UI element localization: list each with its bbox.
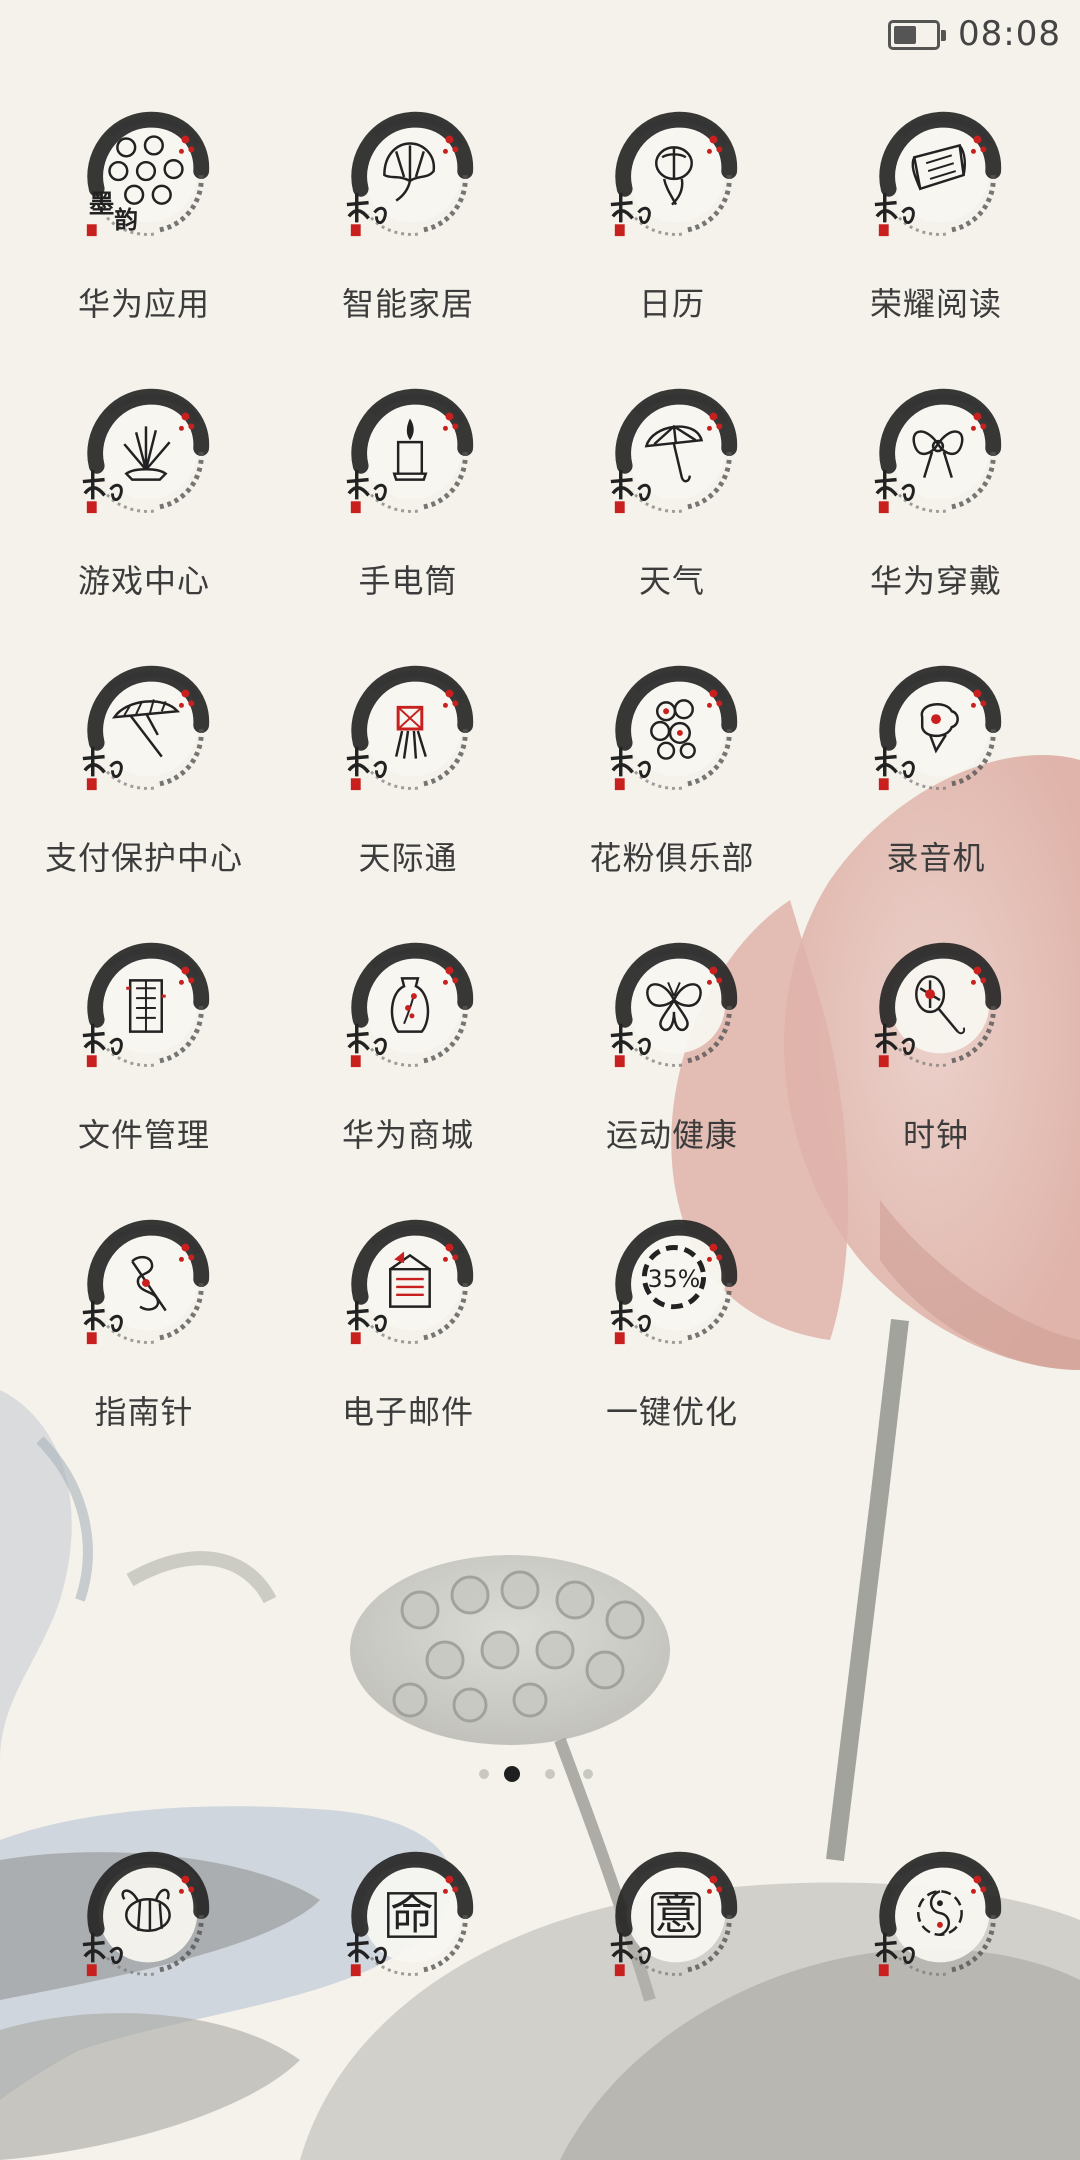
app-label: 录音机 bbox=[886, 839, 986, 877]
app-label: 时钟 bbox=[902, 1116, 969, 1154]
battery-fill bbox=[894, 26, 916, 44]
app-row: 指南针 电子邮件 35% 一键优化 bbox=[0, 1208, 1080, 1485]
moyun-theme-icon: 墨韵 bbox=[86, 111, 210, 237]
app-label: 电子邮件 bbox=[341, 1393, 474, 1431]
app-label: 支付保护中心 bbox=[44, 839, 243, 877]
app-label: 花粉俱乐部 bbox=[589, 839, 755, 877]
svg-text:韵: 韵 bbox=[114, 206, 138, 234]
status-bar: 08:08 bbox=[0, 0, 1080, 70]
app-row: 支付保护中心 天际通 花粉俱乐部 录音机 bbox=[0, 654, 1080, 931]
status-time: 08:08 bbox=[958, 14, 1061, 54]
app-label: 天气 bbox=[638, 562, 705, 600]
dock-phone[interactable] bbox=[12, 1840, 276, 2100]
app-file-manager[interactable]: 文件管理 bbox=[12, 931, 276, 1191]
app-grid: 墨韵华为应用 智能家居 日历 荣耀阅读 游戏中心 手电筒 天气 华为穿戴 支付保… bbox=[0, 100, 1080, 1485]
app-label: 运动健康 bbox=[605, 1116, 738, 1154]
app-label: 天际通 bbox=[358, 839, 458, 877]
recorder-icon bbox=[874, 665, 1002, 791]
app-compass[interactable]: 指南针 bbox=[12, 1208, 276, 1468]
page-dot[interactable] bbox=[479, 1769, 489, 1779]
app-row: 文件管理 华为商城 运动健康 时钟 bbox=[0, 931, 1080, 1208]
skyline-knot-icon bbox=[346, 665, 474, 791]
clock-fan-icon bbox=[874, 942, 1002, 1068]
file-manager-icon bbox=[82, 942, 210, 1068]
fan-club-flower-icon bbox=[610, 665, 738, 791]
app-game-center[interactable]: 游戏中心 bbox=[12, 377, 276, 637]
app-skytone[interactable]: 天际通 bbox=[276, 654, 540, 914]
contacts-ming-icon: 命 bbox=[346, 1851, 474, 1977]
app-fan-club[interactable]: 花粉俱乐部 bbox=[540, 654, 804, 914]
app-clock[interactable]: 时钟 bbox=[804, 931, 1068, 1191]
page-indicator bbox=[0, 1764, 1080, 1784]
page-dot[interactable] bbox=[545, 1769, 555, 1779]
battery-icon bbox=[888, 20, 946, 50]
app-honor-reading[interactable]: 荣耀阅读 bbox=[804, 100, 1068, 360]
svg-text:意: 意 bbox=[654, 1890, 697, 1940]
app-payment-protection[interactable]: 支付保护中心 bbox=[12, 654, 276, 914]
dock-contacts[interactable]: 命 bbox=[276, 1840, 540, 2100]
app-smart-home[interactable]: 智能家居 bbox=[276, 100, 540, 360]
dock: 命 意 bbox=[0, 1840, 1080, 2000]
app-row: 游戏中心 手电筒 天气 华为穿戴 bbox=[0, 377, 1080, 654]
store-vase-icon bbox=[346, 942, 474, 1068]
app-weather[interactable]: 天气 bbox=[540, 377, 804, 637]
app-label: 华为应用 bbox=[77, 285, 210, 323]
app-label: 日历 bbox=[638, 285, 705, 323]
app-health[interactable]: 运动健康 bbox=[540, 931, 804, 1191]
app-row: 墨韵华为应用 智能家居 日历 荣耀阅读 bbox=[0, 100, 1080, 377]
flashlight-candle-icon bbox=[346, 388, 474, 514]
app-label: 指南针 bbox=[94, 1393, 194, 1431]
wearable-bow-icon bbox=[874, 388, 1002, 514]
dock-messages[interactable]: 意 bbox=[540, 1840, 804, 2100]
app-label: 一键优化 bbox=[605, 1393, 738, 1431]
weather-umbrella-icon bbox=[610, 388, 738, 514]
smart-home-icon bbox=[346, 111, 474, 237]
health-butterfly-icon bbox=[610, 942, 738, 1068]
page-dot[interactable] bbox=[583, 1769, 593, 1779]
dock-camera[interactable] bbox=[804, 1840, 1068, 2100]
app-huawei-appgallery[interactable]: 墨韵华为应用 bbox=[12, 100, 276, 360]
app-label: 手电筒 bbox=[358, 562, 458, 600]
app-calendar[interactable]: 日历 bbox=[540, 100, 804, 360]
app-huawei-wear[interactable]: 华为穿戴 bbox=[804, 377, 1068, 637]
payment-protection-icon bbox=[82, 665, 210, 791]
app-flashlight[interactable]: 手电筒 bbox=[276, 377, 540, 637]
camera-yinyang-icon bbox=[874, 1851, 1002, 1977]
reading-scroll-icon bbox=[874, 111, 1002, 237]
app-email[interactable]: 电子邮件 bbox=[276, 1208, 540, 1468]
svg-text:命: 命 bbox=[390, 1890, 433, 1940]
compass-icon bbox=[82, 1219, 210, 1345]
svg-text:墨: 墨 bbox=[89, 189, 115, 219]
app-one-tap-optimize[interactable]: 35% 一键优化 bbox=[540, 1208, 804, 1468]
messages-yi-icon: 意 bbox=[610, 1851, 738, 1977]
app-label: 智能家居 bbox=[341, 285, 474, 323]
page-dot-active[interactable] bbox=[504, 1766, 520, 1782]
app-label: 文件管理 bbox=[77, 1116, 210, 1154]
phone-bee-icon bbox=[82, 1851, 210, 1977]
svg-text:35%: 35% bbox=[648, 1265, 701, 1293]
game-center-icon bbox=[82, 388, 210, 514]
app-label: 华为穿戴 bbox=[869, 562, 1002, 600]
app-recorder[interactable]: 录音机 bbox=[804, 654, 1068, 914]
calendar-icon bbox=[610, 111, 738, 237]
app-label: 荣耀阅读 bbox=[869, 285, 1002, 323]
optimizer-icon: 35% bbox=[610, 1219, 738, 1345]
app-label: 游戏中心 bbox=[77, 562, 210, 600]
app-label: 华为商城 bbox=[341, 1116, 474, 1154]
app-huawei-store[interactable]: 华为商城 bbox=[276, 931, 540, 1191]
email-icon bbox=[346, 1219, 474, 1345]
